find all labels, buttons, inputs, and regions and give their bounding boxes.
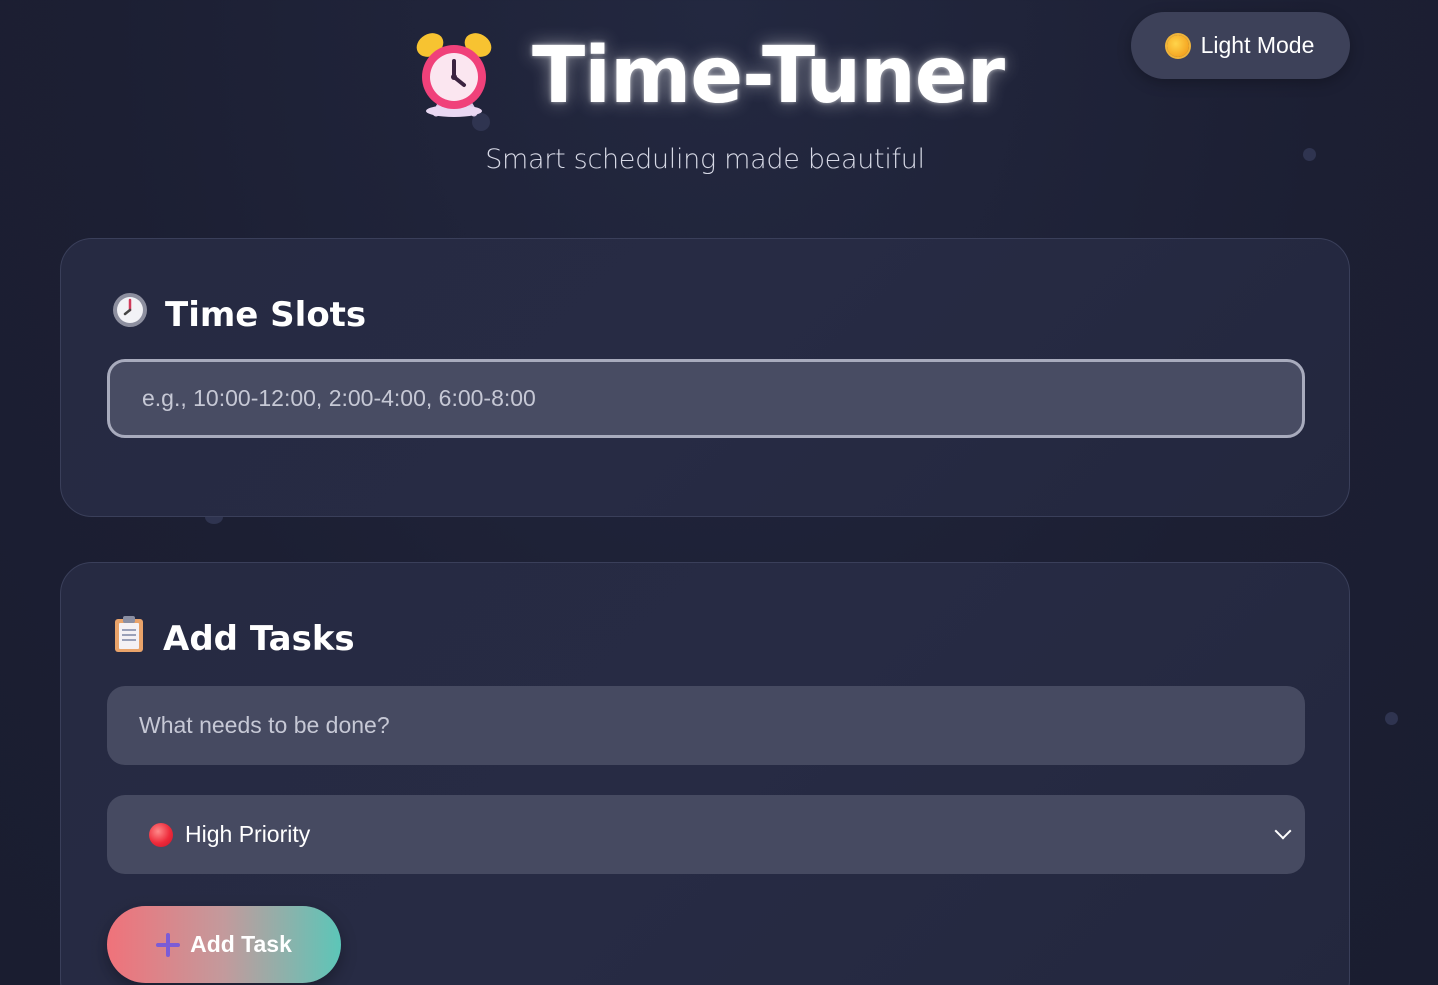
priority-selected-value: High Priority [185, 821, 311, 847]
add-tasks-heading: Add Tasks [111, 615, 355, 662]
plus-icon [156, 932, 181, 957]
time-slots-input[interactable]: e.g., 10:00-12:00, 2:00-4:00, 6:00-8:00 [107, 359, 1305, 438]
task-input[interactable]: What needs to be done? [107, 686, 1305, 765]
chevron-down-icon [1274, 822, 1292, 840]
light-mode-label: Light Mode [1200, 32, 1315, 58]
app-title: Time-Tuner [532, 31, 1005, 121]
priority-select[interactable]: High Priority [107, 795, 1305, 874]
task-input-placeholder: What needs to be done? [139, 712, 390, 738]
sun-icon [1166, 34, 1189, 57]
time-slots-placeholder: e.g., 10:00-12:00, 2:00-4:00, 6:00-8:00 [142, 385, 536, 411]
clipboard-icon [111, 615, 147, 662]
time-slots-title: Time Slots [165, 294, 367, 335]
clock-icon [111, 291, 149, 338]
alarm-clock-icon [412, 29, 498, 124]
title-row: Time-Tuner [412, 26, 1005, 126]
light-mode-toggle-button[interactable]: Light Mode [1131, 12, 1350, 79]
app-subtitle: Smart scheduling made beautiful [485, 144, 925, 175]
red-circle-icon [149, 822, 173, 847]
time-slots-heading: Time Slots [111, 291, 366, 338]
add-tasks-title: Add Tasks [163, 618, 355, 659]
time-slots-card: Time Slots e.g., 10:00-12:00, 2:00-4:00,… [60, 238, 1350, 517]
add-task-button[interactable]: Add Task [107, 906, 341, 983]
decor-dot [1385, 712, 1398, 725]
add-tasks-card: Add Tasks What needs to be done? High Pr… [60, 562, 1350, 985]
add-task-label: Add Task [190, 931, 292, 957]
